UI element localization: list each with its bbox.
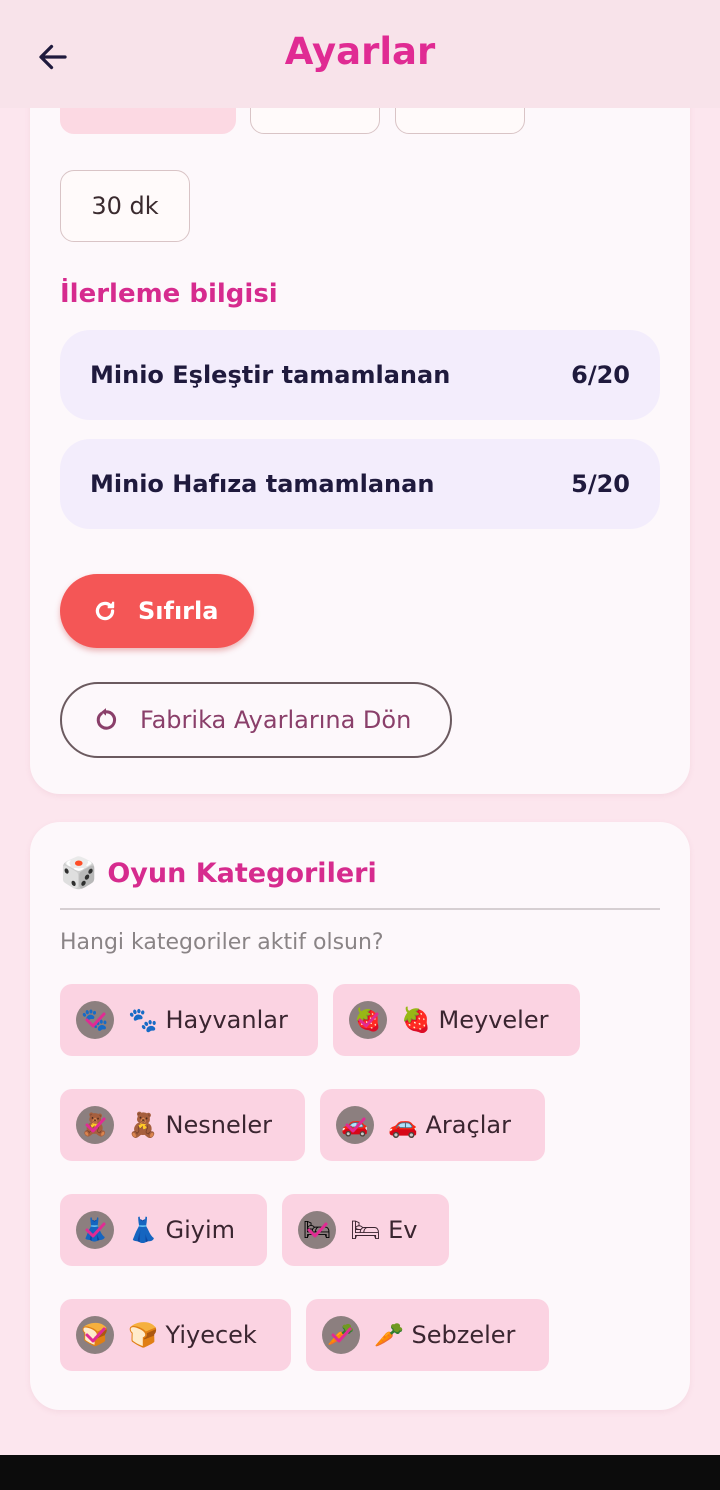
category-label: 🚗 Araçlar xyxy=(388,1111,511,1139)
category-label: 🥕 Sebzeler xyxy=(374,1321,516,1349)
divider xyxy=(60,908,660,910)
check-icon: 👗 xyxy=(76,1211,114,1249)
progress-row-hafiza: Minio Hafıza tamamlanan 5/20 xyxy=(60,439,660,529)
progress-label: Minio Eşleştir tamamlanan xyxy=(90,361,451,389)
category-chip-meyveler[interactable]: 🍓 🍓 Meyveler xyxy=(333,984,580,1056)
check-icon: 🍞 xyxy=(76,1316,114,1354)
progress-label: Minio Hafıza tamamlanan xyxy=(90,470,435,498)
category-chip-araclar[interactable]: 🚗 🚗 Araçlar xyxy=(320,1089,545,1161)
progress-value: 5/20 xyxy=(571,470,630,498)
check-icon: 🚗 xyxy=(336,1106,374,1144)
category-chip-giyim[interactable]: 👗 👗 Giyim xyxy=(60,1194,267,1266)
category-label: 🍓 Meyveler xyxy=(401,1006,549,1034)
category-chip-nesneler[interactable]: 🧸 🧸 Nesneler xyxy=(60,1089,305,1161)
progress-section-title: İlerleme bilgisi xyxy=(60,279,278,309)
reset-button-label: Sıfırla xyxy=(138,597,219,625)
progress-value: 6/20 xyxy=(571,361,630,389)
category-label: 👗 Giyim xyxy=(128,1216,236,1244)
time-option-30dk[interactable]: 30 dk xyxy=(60,170,190,242)
reset-button[interactable]: Sıfırla xyxy=(60,574,254,648)
factory-reset-label: Fabrika Ayarlarına Dön xyxy=(140,706,412,734)
categories-card: 🎲 Oyun Kategorileri Hangi kategoriler ak… xyxy=(30,822,690,1410)
categories-header: 🎲 Oyun Kategorileri xyxy=(60,856,377,891)
system-nav-bar xyxy=(0,1455,720,1490)
check-icon: 🛏 xyxy=(298,1211,336,1249)
categories-subtitle: Hangi kategoriler aktif olsun? xyxy=(60,930,384,955)
category-label: 🛏 Ev xyxy=(350,1216,418,1244)
refresh-icon xyxy=(95,601,115,621)
check-icon: 🍓 xyxy=(349,1001,387,1039)
category-chip-yiyecek[interactable]: 🍞 🍞 Yiyecek xyxy=(60,1299,291,1371)
settings-card: 30 dk İlerleme bilgisi Minio Eşleştir ta… xyxy=(30,60,690,794)
category-chip-ev[interactable]: 🛏 🛏 Ev xyxy=(282,1194,449,1266)
page-title: Ayarlar xyxy=(284,30,436,73)
categories-title: Oyun Kategorileri xyxy=(107,858,377,889)
category-label: 🧸 Nesneler xyxy=(128,1111,273,1139)
restore-icon xyxy=(96,708,117,730)
category-label: 🍞 Yiyecek xyxy=(128,1321,257,1349)
category-chip-sebzeler[interactable]: 🥕 🥕 Sebzeler xyxy=(306,1299,549,1371)
check-icon: 🧸 xyxy=(76,1106,114,1144)
category-chip-hayvanlar[interactable]: 🐾 🐾 Hayvanlar xyxy=(60,984,318,1056)
category-label: 🐾 Hayvanlar xyxy=(128,1006,288,1034)
app-bar: Ayarlar xyxy=(0,0,720,108)
factory-reset-button[interactable]: Fabrika Ayarlarına Dön xyxy=(60,682,452,758)
check-icon: 🐾 xyxy=(76,1001,114,1039)
progress-row-eslestir: Minio Eşleştir tamamlanan 6/20 xyxy=(60,330,660,420)
dice-icon: 🎲 xyxy=(60,856,98,891)
check-icon: 🥕 xyxy=(322,1316,360,1354)
